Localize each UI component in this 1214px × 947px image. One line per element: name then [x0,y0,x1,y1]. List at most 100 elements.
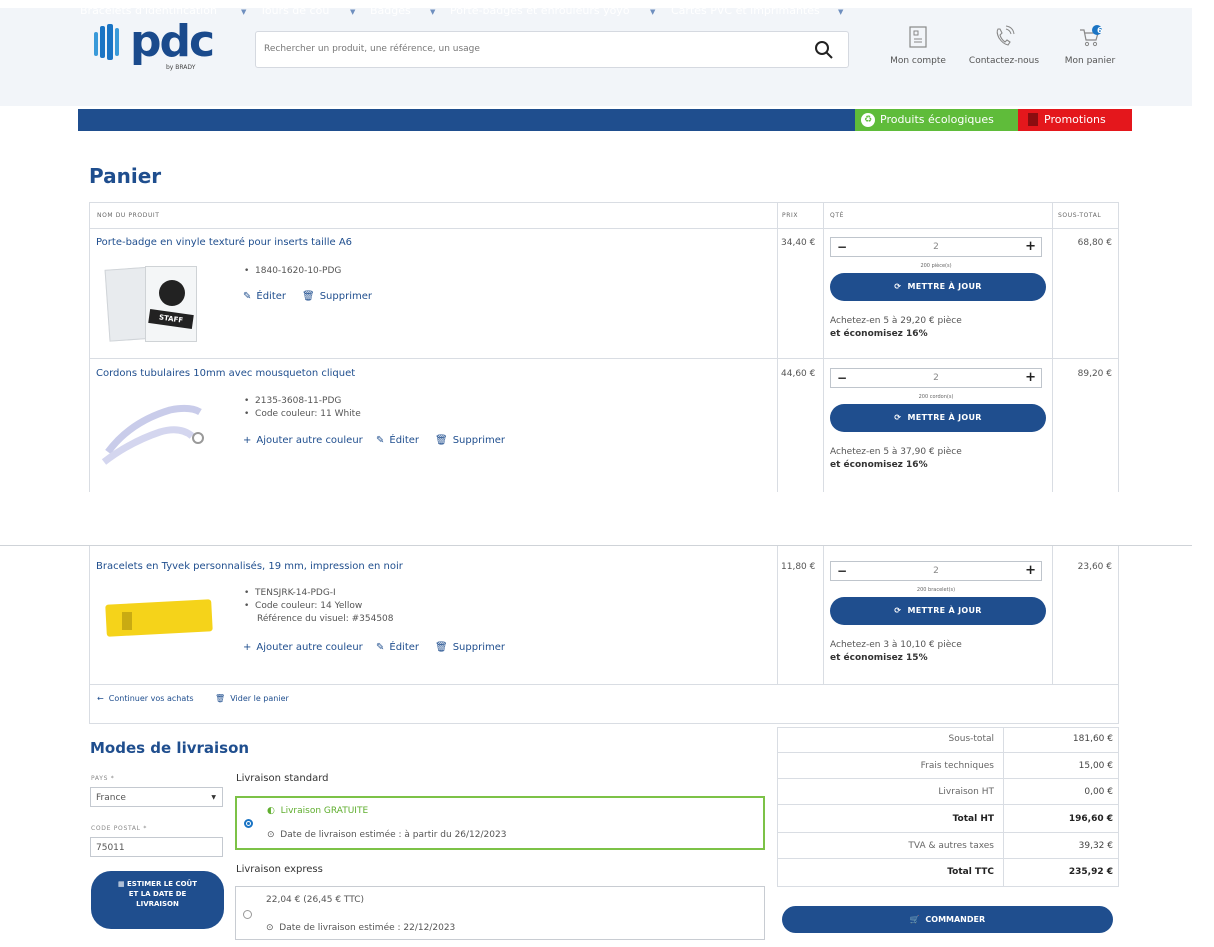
country-select[interactable]: France ▼ [90,787,223,807]
summary-label: Total TTC [947,867,994,877]
express-price: 22,04 € (26,45 € TTC) [266,895,365,905]
delete-link[interactable]: 🗑 Supprimer [435,642,505,653]
nav-item-cartes-pvc[interactable]: Cartes PVC et imprimantes [671,4,820,17]
search-input[interactable]: Rechercher un produit, une référence, un… [255,31,849,68]
gift-icon [1028,113,1038,126]
zip-label: CODE POSTAL * [91,825,148,832]
update-button[interactable]: ⟳ METTRE À JOUR [830,597,1046,625]
product-sku: • 2135-3608-11-PDG [244,396,342,406]
nav-separator: ▼ [241,8,247,16]
pencil-icon: ✎ [243,291,252,302]
edit-link[interactable]: ✎ Éditer [376,435,419,446]
product-image-badge-holder[interactable]: STAFF [104,262,202,344]
cart-link[interactable]: 6 Mon panier [1050,24,1130,66]
search-placeholder: Rechercher un produit, une référence, un… [264,44,480,54]
contact-link[interactable]: Contactez-nous [964,24,1044,66]
line-subtotal: 23,60 € [1077,562,1112,572]
product-name[interactable]: Bracelets en Tyvek personnalisés, 19 mm,… [96,561,403,572]
page-title: Panier [89,164,162,188]
product-image-wristband[interactable] [105,592,214,648]
quantity-stepper[interactable]: − 2 + [830,561,1042,581]
volume-discount: Achetez-en 5 à 37,90 € pièce et économis… [830,447,962,470]
edit-link[interactable]: ✎ Éditer [243,291,286,302]
increase-button[interactable]: + [1025,370,1036,385]
checkout-button[interactable]: 🛒 COMMANDER [782,906,1113,933]
edit-link[interactable]: ✎ Éditer [376,642,419,653]
search-icon[interactable] [814,40,834,60]
nav-separator: ▼ [430,8,436,16]
clock-icon: ⊙ [266,923,280,933]
zip-input[interactable]: 75011 [90,837,223,857]
nav-item-porte-badges[interactable]: Porte-badges et enrouleurs yoyo [450,4,630,17]
update-button[interactable]: ⟳ METTRE À JOUR [830,404,1046,432]
country-label: PAYS * [91,775,115,782]
volume-discount: Achetez-en 3 à 10,10 € pièce et économis… [830,640,962,663]
nav-item-promotions[interactable]: Promotions [1018,109,1132,131]
nav-eco-label: Produits écologiques [880,113,994,126]
unit-price: 34,40 € [781,238,816,248]
product-sku: • TENSJRK-14-PDG-I [244,588,336,598]
leaf-icon: ♻ [861,113,875,127]
express-shipping-option[interactable]: 22,04 € (26,45 € TTC) ⊙ Date de livraiso… [235,886,765,940]
product-image-lanyard[interactable] [100,392,210,470]
logo-subtitle: by BRADY [166,64,196,71]
column-header-qty: QTÉ [830,212,844,219]
summary-value: 235,92 € [1068,867,1113,877]
chevron-down-icon: ▼ [211,794,216,801]
express-shipping-title: Livraison express [236,864,323,875]
add-color-link[interactable]: + Ajouter autre couleur [243,435,363,446]
nav-separator: ▼ [838,8,844,16]
nav-item-bracelets[interactable]: Bracelets d'identification [80,4,217,17]
nav-item-badges[interactable]: Badges [370,4,411,17]
continue-shopping-link[interactable]: ← Continuer vos achats [97,694,194,703]
estimate-shipping-button[interactable]: ▦ ESTIMER LE COÛT ET LA DATE DE LIVRAISO… [91,871,224,929]
unit-price: 44,60 € [781,369,816,379]
product-name[interactable]: Cordons tubulaires 10mm avec mousqueton … [96,368,355,379]
clock-icon: ⊙ [267,830,281,840]
volume-discount: Achetez-en 5 à 29,20 € pièce et économis… [830,316,962,339]
quantity-unit: 200 cordon(s) [918,394,954,400]
empty-cart-link[interactable]: 🗑 Vider le panier [215,694,289,703]
column-header-price: PRIX [782,212,799,219]
country-value: France [96,793,126,803]
add-color-link[interactable]: + Ajouter autre couleur [243,642,363,653]
standard-shipping-option[interactable]: ◐ Livraison GRATUITE ⊙ Date de livraison… [235,796,765,850]
update-button[interactable]: ⟳ METTRE À JOUR [830,273,1046,301]
nav-item-eco[interactable]: ♻ Produits écologiques [855,109,1018,131]
summary-value: 181,60 € [1072,734,1113,744]
shipping-title: Modes de livraison [90,739,250,757]
account-icon [909,26,927,48]
express-shipping-radio[interactable] [243,910,252,919]
summary-value: 15,00 € [1078,761,1113,771]
quantity-value[interactable]: 2 [831,242,1041,252]
summary-label: Livraison HT [938,787,994,797]
nav-separator: ▼ [350,8,356,16]
increase-button[interactable]: + [1025,563,1036,578]
summary-value: 196,60 € [1068,814,1113,824]
quantity-stepper[interactable]: − 2 + [830,237,1042,257]
standard-shipping-radio[interactable] [244,819,253,828]
contact-label: Contactez-nous [968,56,1040,66]
increase-button[interactable]: + [1025,239,1036,254]
summary-value: 0,00 € [1084,787,1113,797]
product-name[interactable]: Porte-badge en vinyle texturé pour inser… [96,237,352,248]
summary-value: 39,32 € [1078,841,1113,851]
pencil-icon: ✎ [376,435,385,446]
quantity-value[interactable]: 2 [831,373,1041,383]
plus-icon: + [243,435,252,446]
trash-icon: 🗑 [302,291,315,302]
account-link[interactable]: Mon compte [878,24,958,66]
express-delivery-date: ⊙ Date de livraison estimée : 22/12/2023 [266,923,456,933]
nav-separator: ▼ [650,8,656,16]
logo[interactable]: pdc [130,16,215,67]
product-visual-ref: Référence du visuel: #354508 [257,614,394,624]
cart-icon: 🛒 [909,915,926,924]
column-header-subtotal: SOUS-TOTAL [1058,212,1102,219]
quantity-unit: 200 bracelet(s) [916,587,956,593]
quantity-stepper[interactable]: − 2 + [830,368,1042,388]
summary-label: Sous-total [948,734,994,744]
quantity-value[interactable]: 2 [831,566,1041,576]
delete-link[interactable]: 🗑 Supprimer [302,291,372,302]
nav-item-tours-de-cou[interactable]: Tours de cou [260,4,329,17]
delete-link[interactable]: 🗑 Supprimer [435,435,505,446]
